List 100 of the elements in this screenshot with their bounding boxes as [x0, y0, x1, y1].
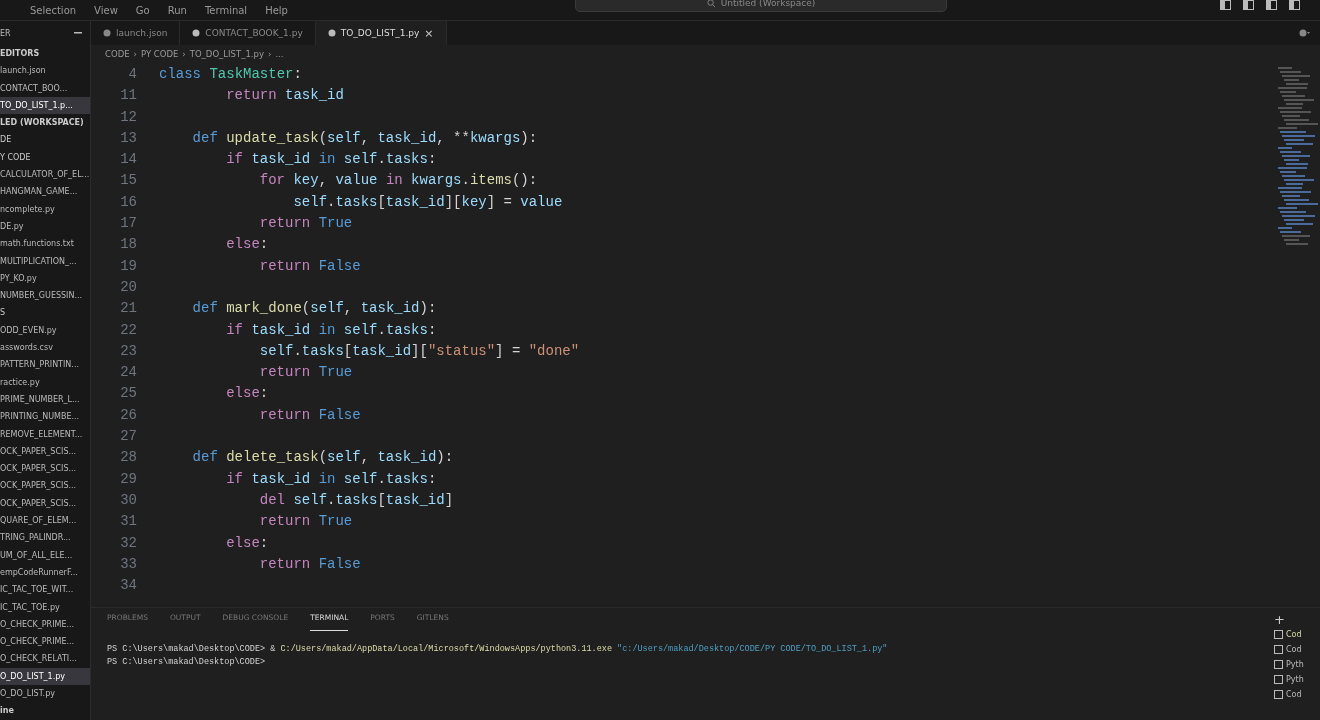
menu-item[interactable]: View — [94, 5, 118, 16]
section-header[interactable]: LED (WORKSPACE) — [0, 114, 90, 132]
file-item[interactable]: O_CHECK_RELATI... — [0, 650, 90, 668]
code-line: return False — [258, 554, 361, 574]
file-item[interactable]: TO_DO_LIST_1.p... — [0, 96, 90, 115]
folder-item[interactable]: S — [0, 304, 90, 322]
code-line: self.tasks[task_id][key] = value — [292, 192, 563, 212]
line-number: 11 — [119, 86, 138, 106]
line-number: 23 — [119, 341, 138, 361]
split-layout-icon[interactable] — [1266, 0, 1277, 10]
file-item[interactable]: PRINTING_NUMBE... — [0, 408, 90, 426]
file-item[interactable]: OCK_PAPER_SCIS... — [0, 460, 90, 478]
line-number: 13 — [119, 128, 138, 148]
editor-tab[interactable]: TO_DO_LIST_1.py × — [315, 21, 447, 45]
file-item[interactable]: O_DO_LIST.py — [0, 685, 90, 703]
explorer-title: ER — [0, 28, 11, 38]
line-number: 4 — [127, 65, 138, 84]
file-item[interactable]: OCK_PAPER_SCIS... — [0, 494, 90, 512]
terminal-instance[interactable]: Pyth — [1274, 672, 1320, 687]
file-item[interactable]: TRING_PALINDR... — [0, 529, 90, 547]
menu-item[interactable]: Selection — [30, 5, 77, 16]
line-number: 32 — [119, 533, 138, 553]
code-line: return False — [258, 256, 361, 276]
command-center-search[interactable]: Untitled (Workspace) — [575, 0, 947, 12]
file-item[interactable]: launch.json — [0, 62, 90, 80]
file-item[interactable]: HANGMAN_GAME... — [0, 183, 90, 201]
new-terminal-button[interactable]: + — [1274, 612, 1320, 627]
breadcrumb-item[interactable]: TO_DO_LIST_1.py — [189, 49, 264, 59]
terminal-instance[interactable]: Cod — [1274, 687, 1320, 702]
file-item[interactable]: PRIME_NUMBER_L... — [0, 390, 90, 409]
line-number: 20 — [119, 277, 138, 297]
code-line: class TaskMaster: — [159, 65, 302, 84]
file-item[interactable]: CONTACT_BOO... — [0, 79, 90, 97]
folder-item[interactable]: DE — [0, 131, 90, 149]
breadcrumb-item[interactable]: CODE — [105, 49, 130, 59]
terminal-instance[interactable]: Pyth — [1274, 657, 1320, 672]
file-item[interactable]: O_CHECK_PRIME... — [0, 633, 90, 651]
panel-toggle-icon[interactable] — [1243, 0, 1254, 10]
breadcrumb-item[interactable]: ... — [275, 49, 284, 59]
file-item[interactable]: OCK_PAPER_SCIS... — [0, 477, 90, 495]
file-item[interactable]: PY_KO.py — [0, 269, 90, 288]
code-line: return True — [258, 214, 353, 234]
menu-item[interactable]: Go — [135, 5, 150, 16]
code-line: else: — [225, 533, 269, 553]
file-item[interactable]: MULTIPLICATION_... — [0, 252, 90, 270]
file-item[interactable]: O_CHECK_PRIME... — [0, 615, 90, 634]
line-number: 27 — [119, 427, 138, 447]
code-line: def update_task(self, task_id, **kwargs): — [191, 128, 538, 148]
file-item[interactable]: CALCULATOR_OF_EL... — [0, 166, 90, 184]
terminal-line: PS C:\Users\makad\Desktop\CODE> & C:/Users/makad/AppData/Local/Microsoft/WindowsApps/python3.11.exe "c:/Users/makad/Desktop/CODE/PY CODE/TO_DO_LIST_1.py" — [107, 643, 889, 656]
menu-item[interactable]: Help — [265, 5, 288, 16]
file-item[interactable]: ncomplete.py — [0, 200, 90, 218]
file-item[interactable]: O_DO_LIST_1.py — [0, 667, 90, 685]
close-icon[interactable]: × — [424, 26, 434, 40]
line-number: 12 — [119, 107, 138, 127]
line-number: 30 — [119, 490, 138, 510]
file-item[interactable]: ractice.py — [0, 373, 90, 391]
file-item[interactable]: NUMBER_GUESSIN... — [0, 287, 90, 305]
file-item[interactable]: IC_TAC_TOE_WIT... — [0, 581, 90, 599]
code-line: self.tasks[task_id]["status"] = "done" — [258, 341, 580, 361]
folder-item[interactable]: Y CODE — [0, 148, 90, 167]
breadcrumb-separator: › — [182, 49, 186, 59]
code-line: return False — [258, 405, 361, 425]
editor-tab[interactable]: launch.json — [91, 21, 181, 45]
file-item[interactable]: PATTERN_PRINTIN... — [0, 356, 90, 374]
file-item[interactable]: math.functions.txt — [0, 235, 90, 253]
file-item[interactable]: ODD_EVEN.py — [0, 321, 90, 340]
line-number: 22 — [119, 320, 138, 340]
layout-icon[interactable] — [1289, 0, 1300, 10]
menu-item[interactable]: Run — [167, 5, 187, 16]
section-header[interactable]: EDITORS — [0, 45, 90, 63]
file-item[interactable]: asswords.csv — [0, 339, 90, 357]
code-line: else: — [225, 384, 269, 404]
breadcrumb-item[interactable]: PY CODE — [140, 49, 179, 59]
section-header[interactable]: ine — [0, 702, 90, 720]
line-number: 33 — [119, 554, 138, 574]
line-number: 28 — [119, 448, 138, 468]
code-line: return True — [258, 363, 353, 383]
editor-tab[interactable]: CONTACT_BOOK_1.py — [180, 21, 316, 45]
terminal-instance[interactable]: Cod — [1274, 642, 1320, 657]
code-line: if task_id in self.tasks: — [225, 469, 437, 489]
file-item[interactable]: UM_OF_ALL_ELE... — [0, 546, 90, 564]
menu-item[interactable]: Terminal — [204, 5, 248, 16]
breadcrumb-separator: › — [267, 49, 272, 59]
file-item[interactable]: REMOVE_ELEMENT... — [0, 425, 90, 443]
code-line: return True — [258, 512, 353, 532]
line-number: 29 — [119, 469, 138, 489]
line-number: 14 — [119, 150, 138, 170]
line-number: 34 — [119, 576, 138, 596]
file-item[interactable]: OCK_PAPER_SCIS... — [0, 442, 90, 461]
sidebar-toggle-icon[interactable] — [1220, 0, 1231, 10]
line-number: 15 — [119, 171, 138, 191]
file-item[interactable]: empCodeRunnerF... — [0, 563, 90, 582]
file-item[interactable]: DE.py — [0, 217, 90, 236]
file-item[interactable]: QUARE_OF_ELEM... — [0, 512, 90, 530]
line-number: 17 — [119, 214, 138, 234]
terminal-instance[interactable]: Cod — [1274, 627, 1320, 642]
file-item[interactable]: IC_TAC_TOE.py — [0, 598, 90, 616]
line-number: 19 — [119, 256, 138, 276]
line-number: 26 — [119, 405, 138, 425]
